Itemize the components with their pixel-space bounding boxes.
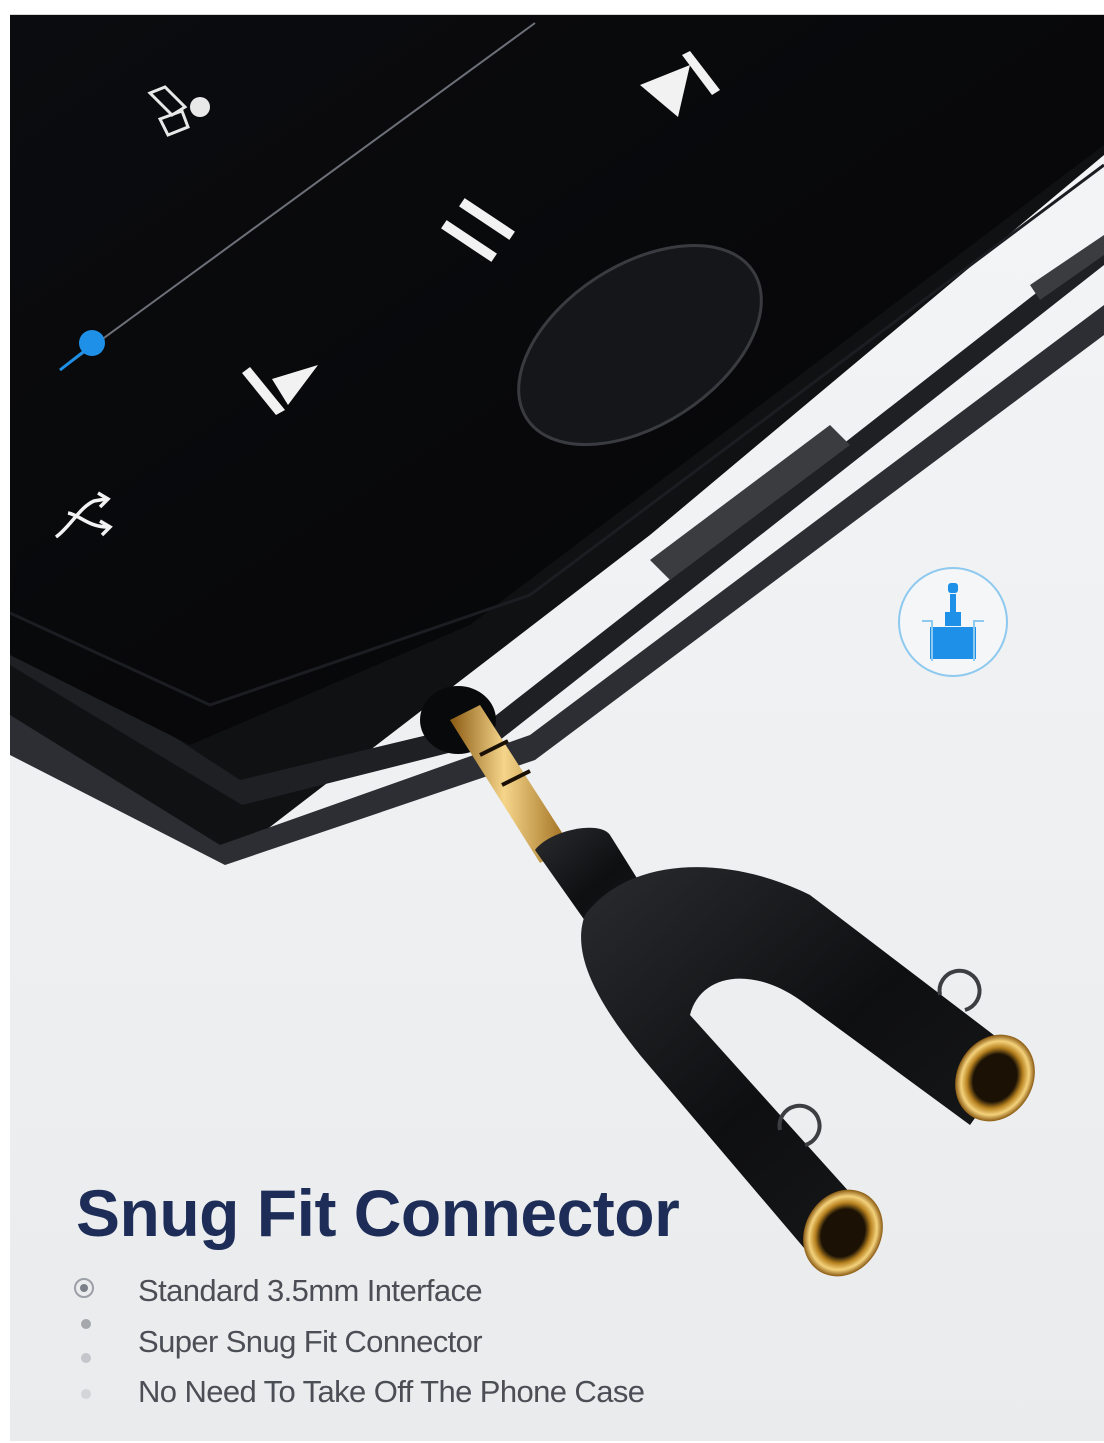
bullet-icon xyxy=(81,1389,91,1399)
bullet-icon xyxy=(81,1319,91,1329)
product-image: Snug Fit Connector Standard 3.5mm Interf… xyxy=(10,14,1104,1441)
feature-item: Super Snug Fit Connector xyxy=(138,1324,483,1359)
progress-knob xyxy=(79,330,105,356)
headline: Snug Fit Connector xyxy=(76,1176,680,1250)
feature-item: No Need To Take Off The Phone Case xyxy=(138,1374,645,1409)
jack-plug-icon xyxy=(922,583,984,661)
bullet-icon xyxy=(81,1353,91,1363)
bullet-icon xyxy=(74,1278,94,1298)
feature-item: Standard 3.5mm Interface xyxy=(138,1273,483,1308)
audio-jack-badge xyxy=(898,567,1008,677)
